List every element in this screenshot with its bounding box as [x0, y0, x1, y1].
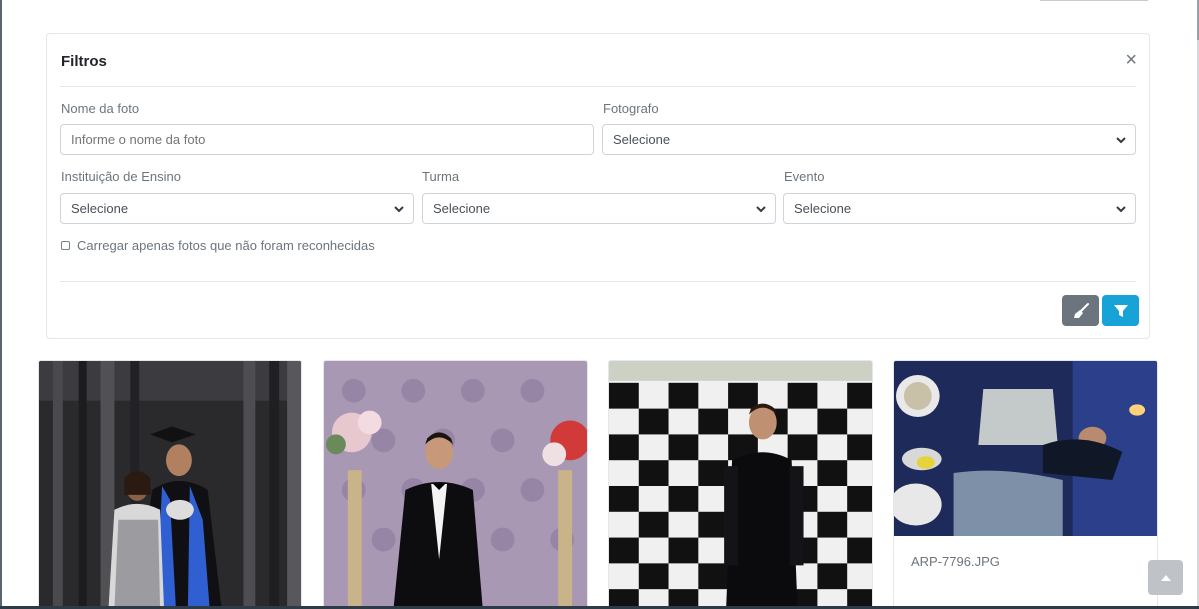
- filter-icon: [1113, 304, 1128, 317]
- caret-up-icon: [1160, 574, 1171, 581]
- photo-name-input[interactable]: [60, 124, 594, 155]
- chevron-down-icon: [1116, 206, 1126, 213]
- photographer-select-value: Selecione: [613, 132, 671, 147]
- photo-thumbnail[interactable]: [324, 361, 587, 609]
- broom-icon: [1073, 302, 1089, 318]
- photo-card[interactable]: ARP-7796.JPG: [893, 360, 1158, 609]
- chevron-down-icon: [1116, 137, 1126, 144]
- institution-select[interactable]: Selecione: [60, 193, 414, 224]
- chevron-down-icon: [756, 206, 766, 213]
- photo-card[interactable]: [608, 360, 873, 609]
- photographer-select[interactable]: Selecione: [602, 124, 1136, 155]
- unrecognized-only-label[interactable]: Carregar apenas fotos que não foram reco…: [77, 238, 375, 253]
- class-select-value: Selecione: [433, 201, 491, 216]
- photographer-label: Fotografo: [603, 101, 659, 116]
- photo-thumbnail[interactable]: [39, 361, 301, 609]
- header-underline-stub: [1040, 0, 1148, 1]
- close-filters-button[interactable]: ×: [1125, 50, 1137, 70]
- photo-card[interactable]: [38, 360, 302, 609]
- class-select[interactable]: Selecione: [422, 193, 776, 224]
- filters-footer-divider: [60, 281, 1136, 282]
- photo-thumbnail[interactable]: [894, 361, 1157, 536]
- filters-title: Filtros: [61, 53, 107, 70]
- apply-filters-button[interactable]: [1102, 295, 1139, 326]
- unrecognized-only-checkbox[interactable]: [61, 241, 70, 250]
- photo-name-label: Nome da foto: [61, 101, 140, 116]
- institution-label: Instituição de Ensino: [61, 169, 181, 184]
- filters-header-divider: [60, 86, 1136, 87]
- event-select-value: Selecione: [794, 201, 852, 216]
- event-select[interactable]: Selecione: [783, 193, 1136, 224]
- chevron-down-icon: [394, 206, 404, 213]
- class-label: Turma: [422, 169, 460, 184]
- window-left-edge: [0, 0, 2, 609]
- photo-thumbnail[interactable]: [609, 361, 872, 609]
- institution-select-value: Selecione: [71, 201, 129, 216]
- filters-panel: Filtros × Nome da foto Fotografo Selecio…: [46, 33, 1150, 339]
- photo-card[interactable]: [323, 360, 588, 609]
- clear-filters-button[interactable]: [1062, 295, 1099, 326]
- photo-caption: ARP-7796.JPG: [911, 554, 1000, 569]
- scroll-to-top-button[interactable]: [1148, 560, 1183, 595]
- event-label: Evento: [784, 169, 825, 184]
